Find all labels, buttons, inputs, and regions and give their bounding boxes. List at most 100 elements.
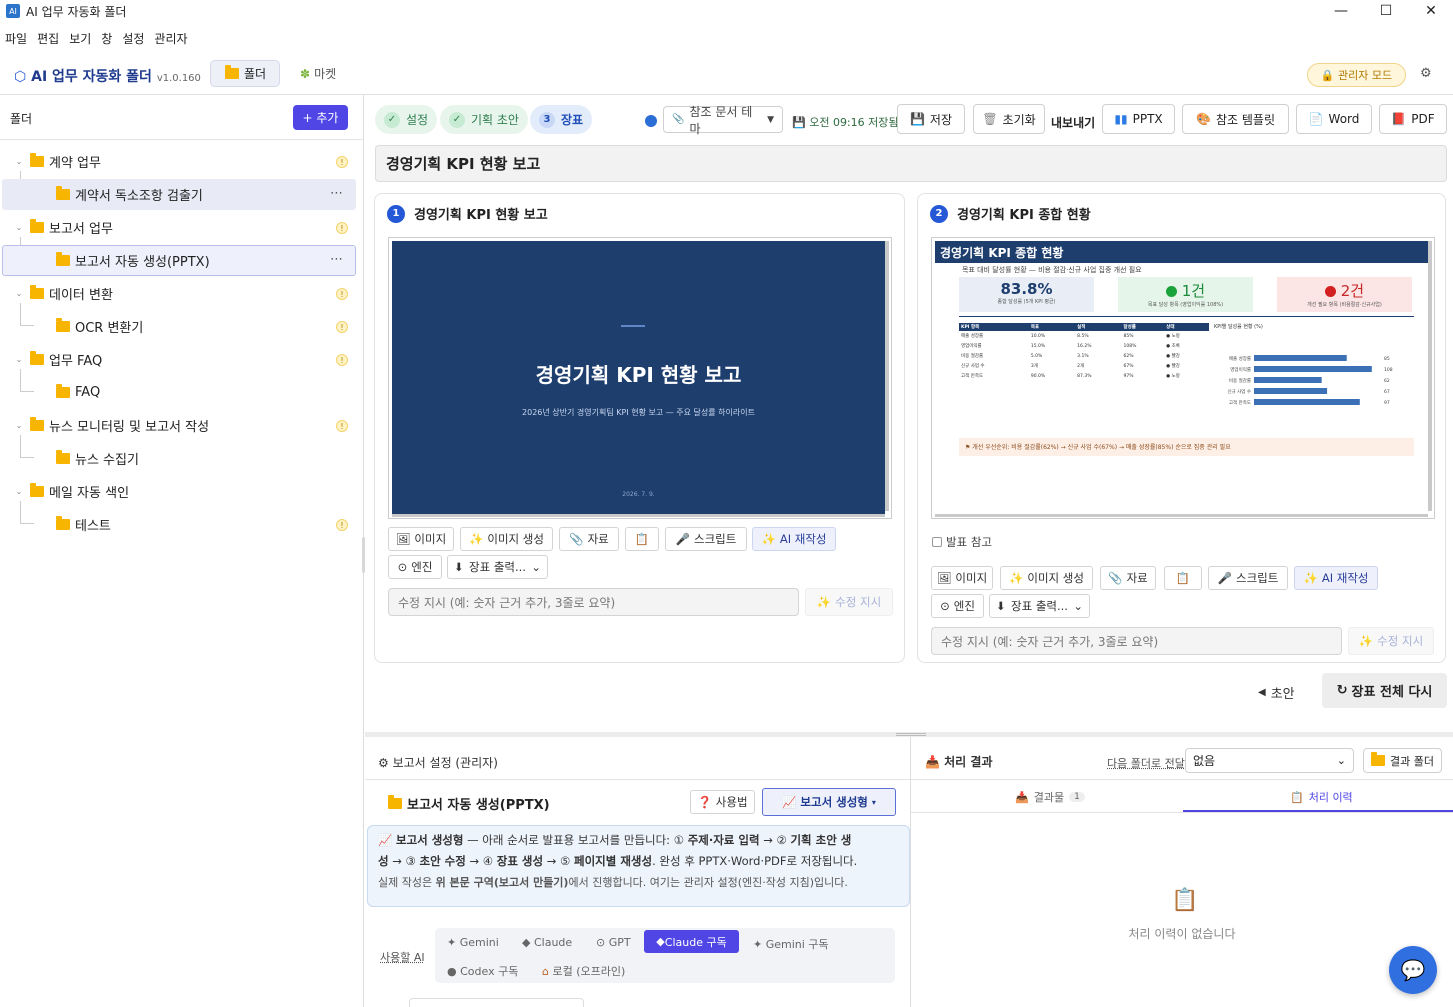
script-button[interactable]: 🎤 스크립트 bbox=[665, 527, 747, 551]
tree-item-news-collector[interactable]: 뉴스 수집기 bbox=[2, 443, 356, 474]
image-button[interactable]: 🖼 이미지 bbox=[931, 566, 993, 590]
theme-color-dot[interactable] bbox=[645, 115, 657, 127]
chevron-down-icon[interactable]: ⌄ bbox=[14, 355, 24, 364]
script-button[interactable]: 🎤 스크립트 bbox=[1208, 566, 1288, 590]
result-folder-button[interactable]: 결과 폴더 bbox=[1363, 748, 1442, 773]
tree-item-faq[interactable]: FAQ bbox=[2, 377, 356, 408]
tab-market[interactable]: ✽ 마켓 bbox=[288, 60, 348, 87]
chevron-down-icon[interactable]: ⌄ bbox=[14, 157, 24, 166]
ref-template-button[interactable]: 🎨 참조 템플릿 bbox=[1182, 104, 1289, 134]
ai-rewrite-button[interactable]: ✨ AI 재작성 bbox=[1294, 566, 1378, 590]
material-button[interactable]: 📎 자료 bbox=[1100, 566, 1156, 590]
maximize-button[interactable]: ☐ bbox=[1363, 0, 1409, 22]
ai-option-claude-sub[interactable]: ◆ Claude 구독 bbox=[644, 930, 739, 953]
engine-icon: ⊙ bbox=[940, 599, 950, 613]
document-title[interactable]: 경영기획 KPI 현황 보고 bbox=[375, 145, 1447, 182]
tree-item-test[interactable]: 테스트 bbox=[2, 509, 356, 540]
tree-item-faq-group[interactable]: ⌄ 업무 FAQ bbox=[14, 344, 368, 375]
edit-instruction-button[interactable]: ✨ 수정 지시 bbox=[1348, 627, 1434, 655]
tree-item-report-pptx[interactable]: 보고서 자동 생성(PPTX) bbox=[2, 245, 356, 276]
engine-button[interactable]: ⊙ 엔진 bbox=[388, 555, 442, 579]
tree-item-contract[interactable]: ⌄ 계약 업무 bbox=[14, 146, 368, 177]
export-pptx-button[interactable]: ▮▮ PPTX bbox=[1102, 104, 1175, 134]
menu-admin[interactable]: 관리자 bbox=[149, 26, 192, 48]
chevron-down-icon[interactable]: ⌄ bbox=[14, 289, 24, 298]
chevron-down-icon[interactable]: ⌄ bbox=[14, 223, 24, 232]
tree-item-ocr[interactable]: OCR 변환기 bbox=[2, 311, 356, 342]
tree-item-report[interactable]: ⌄ 보고서 업무 bbox=[14, 212, 368, 243]
next-folder-select[interactable]: 없음 ⌄ bbox=[1185, 748, 1354, 773]
reset-button[interactable]: 🗑 초기화 bbox=[973, 104, 1045, 134]
material-button[interactable]: 📎 자료 bbox=[559, 527, 619, 551]
slide-output-select[interactable]: ⬇ 장표 출력... ⌄ bbox=[447, 555, 548, 579]
menu-view[interactable]: 보기 bbox=[64, 26, 96, 48]
tree-item-data-conversion[interactable]: ⌄ 데이터 변환 bbox=[14, 278, 368, 309]
tree-item-mail-index[interactable]: ⌄ 메일 자동 색인 bbox=[14, 476, 368, 507]
ai-option-local[interactable]: ⌂ 로컬 (오프라인) bbox=[542, 963, 625, 979]
chevron-down-icon[interactable]: ⌄ bbox=[14, 487, 24, 496]
tab-output[interactable]: 📥 결과물 1 bbox=[1015, 789, 1085, 805]
step-draft[interactable]: ✓ 기획 초안 bbox=[440, 105, 528, 134]
image-gen-label: 이미지 생성 bbox=[1027, 571, 1084, 585]
ref-checkbox-row[interactable]: 발표 참고 bbox=[932, 534, 992, 550]
usage-button[interactable]: ❓ 사용법 bbox=[690, 790, 755, 814]
checkbox[interactable] bbox=[932, 537, 942, 547]
edit-instruction-button[interactable]: ✨ 수정 지시 bbox=[805, 588, 893, 616]
step-settings[interactable]: ✓ 설정 bbox=[375, 105, 438, 134]
edit-instruction-input[interactable]: 수정 지시 (예: 숫자 근거 추가, 3줄로 요약) bbox=[931, 627, 1342, 655]
ai-option-gemini-sub[interactable]: ✦ Gemini 구독 bbox=[753, 936, 829, 952]
preview-hscrollbar[interactable] bbox=[935, 514, 1428, 517]
chevron-down-icon[interactable]: ⌄ bbox=[14, 421, 24, 430]
clipboard-button[interactable]: 📋 bbox=[1164, 566, 1202, 590]
export-word-button[interactable]: 📄 Word bbox=[1296, 104, 1372, 134]
slide-1-preview[interactable]: 경영기획 KPI 현황 보고 2026년 상반기 경영기획팀 KPI 현황 보고… bbox=[388, 237, 892, 519]
edit-instruction-input[interactable]: 수정 지시 (예: 숫자 근거 추가, 3줄로 요약) bbox=[388, 588, 799, 616]
menu-edit[interactable]: 편집 bbox=[32, 26, 64, 48]
preview-scrollbar[interactable] bbox=[885, 241, 889, 511]
tab-folder[interactable]: 폴더 bbox=[210, 60, 280, 87]
kpi-card-rate: 83.8% 종합 달성률 (5개 KPI 평균) bbox=[959, 277, 1094, 312]
gear-icon[interactable]: ⚙ bbox=[1420, 66, 1432, 81]
splitter-grip[interactable] bbox=[896, 733, 926, 736]
image-button[interactable]: 🖼 이미지 bbox=[388, 527, 454, 551]
preview-hscrollbar[interactable] bbox=[392, 514, 885, 517]
step-slides[interactable]: 3 장표 bbox=[530, 105, 593, 134]
engine-button[interactable]: ⊙ 엔진 bbox=[931, 594, 984, 618]
next-field[interactable] bbox=[409, 998, 584, 1007]
priority-note: ⚑ 개선 우선순위: 비용 절감률(62%) → 신규 사업 수(67%) → … bbox=[959, 438, 1414, 456]
tab-history[interactable]: 📋 처리 이력 bbox=[1290, 789, 1353, 805]
ai-rewrite-button[interactable]: ✨ AI 재작성 bbox=[752, 527, 836, 551]
close-button[interactable]: ✕ bbox=[1408, 0, 1453, 22]
table-header: 상태 bbox=[1166, 325, 1175, 330]
image-gen-button[interactable]: ✨ 이미지 생성 bbox=[460, 527, 553, 551]
regenerate-all-button[interactable]: ↻ 장표 전체 다시 bbox=[1322, 673, 1447, 708]
clip-icon: 📎 bbox=[1108, 571, 1123, 585]
theme-select[interactable]: 📎 참조 문서 테마 ▼ bbox=[663, 105, 783, 136]
slide-2-preview[interactable]: 경영기획 KPI 종합 현황 목표 대비 달성률 현황 — 비용 절감·신규 사… bbox=[931, 237, 1435, 519]
back-to-draft-button[interactable]: ◀ 초안 bbox=[1258, 683, 1295, 702]
report-type-select[interactable]: 📈 보고서 생성형 ▾ bbox=[762, 788, 896, 816]
ai-option-codex-sub[interactable]: ● Codex 구독 bbox=[447, 963, 518, 979]
menu-window[interactable]: 창 bbox=[96, 26, 117, 48]
tree-item-news[interactable]: ⌄ 뉴스 모니터링 및 보고서 작성 bbox=[14, 410, 368, 441]
menu-settings[interactable]: 설정 bbox=[117, 26, 149, 48]
minimize-button[interactable]: — bbox=[1318, 0, 1364, 22]
preview-scrollbar[interactable] bbox=[1428, 241, 1432, 511]
more-icon[interactable]: ⋯ bbox=[330, 252, 343, 267]
clipboard-button[interactable]: 📋 bbox=[625, 527, 659, 551]
admin-mode-badge[interactable]: 🔒 관리자 모드 bbox=[1307, 63, 1406, 87]
save-button[interactable]: 💾 저장 bbox=[897, 104, 965, 134]
clip-icon: 📎 bbox=[569, 532, 584, 546]
ai-option-claude[interactable]: ◆ Claude bbox=[522, 936, 572, 949]
chat-fab-button[interactable]: 💬 bbox=[1389, 946, 1437, 994]
more-icon[interactable]: ⋯ bbox=[330, 186, 343, 201]
add-folder-button[interactable]: + 추가 bbox=[293, 105, 348, 130]
ai-option-gpt[interactable]: ⊙ GPT bbox=[596, 936, 631, 949]
next-folder-label: 다음 폴더로 전달 bbox=[1107, 757, 1185, 770]
tree-item-contract-checker[interactable]: 계약서 독소조항 검출기 bbox=[2, 179, 356, 210]
ai-option-gemini[interactable]: ✦ Gemini bbox=[447, 936, 499, 949]
image-gen-button[interactable]: ✨ 이미지 생성 bbox=[1000, 566, 1093, 590]
slide-output-select[interactable]: ⬇ 장표 출력... ⌄ bbox=[989, 594, 1090, 618]
menu-file[interactable]: 파일 bbox=[0, 26, 32, 48]
export-pdf-button[interactable]: 📕 PDF bbox=[1379, 104, 1447, 134]
